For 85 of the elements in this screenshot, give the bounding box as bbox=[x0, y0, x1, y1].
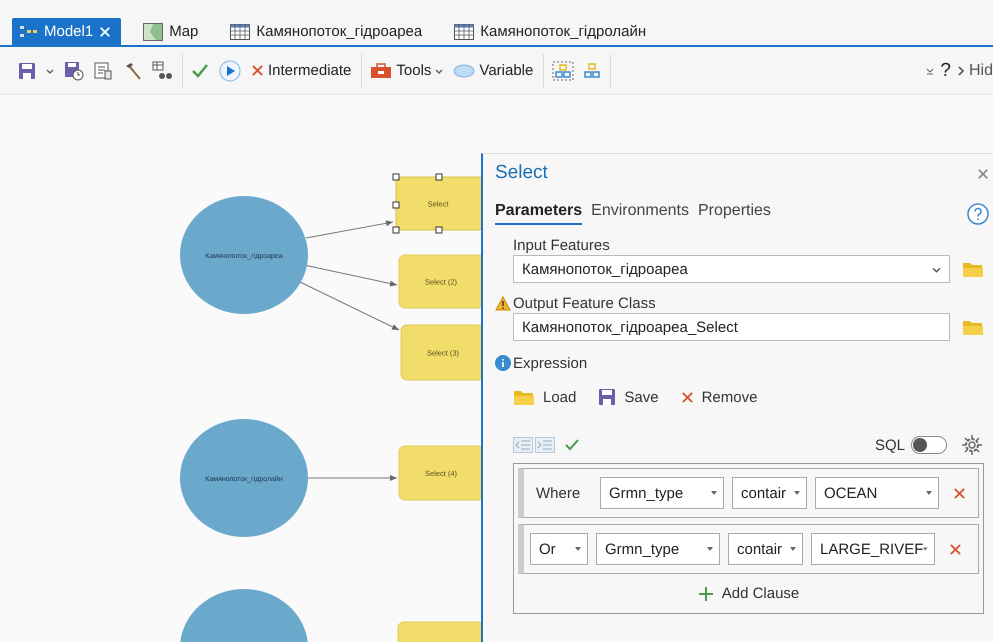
toolbar-button[interactable]: Intermediate bbox=[251, 62, 352, 79]
table-icon bbox=[454, 24, 474, 40]
auto-layout-icon[interactable] bbox=[584, 62, 600, 78]
close-icon bbox=[251, 64, 264, 77]
pane-tab[interactable]: Environments bbox=[591, 202, 689, 225]
selection-handle[interactable] bbox=[392, 202, 400, 208]
input-field[interactable]: Камянопоток_гідроареа_Select bbox=[513, 313, 950, 341]
warning-icon bbox=[495, 296, 511, 310]
validate-icon[interactable] bbox=[191, 62, 209, 78]
caret-icon bbox=[435, 66, 444, 74]
tab-label: Map bbox=[169, 23, 198, 40]
caret-icon bbox=[794, 491, 800, 495]
operator-dropdown[interactable]: contair bbox=[728, 533, 803, 565]
save-icon[interactable] bbox=[18, 62, 36, 80]
sql-toggle[interactable] bbox=[911, 436, 947, 454]
model-icon bbox=[20, 26, 38, 38]
selection-handle[interactable] bbox=[392, 174, 400, 180]
caret-icon bbox=[926, 491, 932, 495]
tab-label: Камянопоток_гідролайн bbox=[480, 23, 646, 40]
map-icon bbox=[143, 22, 164, 40]
field-label: Input Features bbox=[513, 236, 610, 254]
dropdown-button[interactable] bbox=[46, 66, 54, 74]
chevron-icon bbox=[956, 66, 965, 76]
selection-handle[interactable] bbox=[392, 226, 400, 234]
select-layout-icon[interactable] bbox=[552, 60, 574, 80]
caret-icon bbox=[790, 547, 796, 551]
help-button[interactable]: ? bbox=[940, 60, 951, 82]
info-icon bbox=[495, 355, 511, 371]
verify-icon[interactable] bbox=[565, 439, 579, 451]
close-icon bbox=[680, 390, 694, 404]
close-icon bbox=[953, 486, 966, 500]
document-tab[interactable]: Map bbox=[135, 18, 208, 45]
table-icon bbox=[230, 24, 250, 40]
clause-label: Where bbox=[535, 484, 582, 502]
value-dropdown[interactable]: OCEAN bbox=[815, 477, 939, 509]
tab-label: Камянопоток_гідроареа bbox=[256, 23, 422, 40]
add-clause-button[interactable]: Add Clause bbox=[692, 584, 806, 603]
hide-button[interactable]: Hid bbox=[956, 62, 993, 80]
caret-icon bbox=[575, 547, 581, 551]
operator-dropdown[interactable]: contair bbox=[732, 477, 807, 509]
expression-button[interactable]: Save bbox=[598, 388, 659, 406]
field-dropdown[interactable]: Grmn_type bbox=[596, 533, 720, 565]
plus-icon bbox=[698, 586, 714, 602]
field-label: Output Feature Class bbox=[513, 294, 656, 312]
run-icon[interactable] bbox=[219, 60, 241, 82]
close-icon bbox=[977, 168, 989, 180]
binoculars-icon[interactable] bbox=[152, 60, 172, 80]
document-tab[interactable]: Камянопоток_гідролайн bbox=[446, 18, 656, 45]
toolbox-icon bbox=[370, 62, 392, 78]
caret-icon bbox=[923, 547, 928, 551]
delete-button[interactable] bbox=[949, 542, 962, 556]
selection-handle[interactable] bbox=[436, 226, 442, 234]
dropdown-field[interactable]: Камянопоток_гідроареа bbox=[513, 255, 950, 283]
save-icon bbox=[598, 388, 616, 406]
ellipse-icon bbox=[453, 64, 476, 78]
connector-dropdown[interactable]: Or bbox=[530, 533, 588, 565]
field-label: Expression bbox=[513, 354, 588, 372]
pane-title: Select bbox=[495, 162, 548, 185]
save-history-icon[interactable] bbox=[64, 60, 84, 80]
close-icon bbox=[949, 542, 962, 556]
tab-label: Model1 bbox=[44, 23, 94, 40]
delete-button[interactable] bbox=[953, 486, 966, 500]
settings-icon[interactable] bbox=[961, 434, 983, 456]
caret-icon bbox=[711, 491, 717, 495]
help-icon[interactable] bbox=[967, 202, 989, 224]
expression-button[interactable]: Remove bbox=[680, 388, 758, 406]
value-dropdown[interactable]: LARGE_RIVEF bbox=[811, 533, 935, 565]
pane-tab[interactable]: Parameters bbox=[495, 202, 582, 225]
toolbar-button[interactable]: Variable bbox=[453, 62, 534, 79]
pane-tab[interactable]: Properties bbox=[698, 202, 771, 225]
caret-icon bbox=[46, 66, 54, 74]
sql-label: SQL bbox=[874, 436, 905, 454]
data-node[interactable] bbox=[180, 589, 308, 642]
report-icon[interactable] bbox=[94, 62, 112, 80]
customize-icon[interactable] bbox=[926, 66, 934, 76]
close-icon bbox=[99, 26, 112, 38]
caret-icon bbox=[707, 547, 713, 551]
selection-handle[interactable] bbox=[436, 174, 442, 180]
document-tab[interactable]: Камянопоток_гідроареа bbox=[222, 18, 432, 45]
close-button[interactable] bbox=[977, 168, 989, 180]
expression-button[interactable]: Load bbox=[513, 388, 576, 406]
document-tab[interactable]: Model1 bbox=[12, 18, 122, 45]
field-dropdown[interactable]: Grmn_type bbox=[600, 477, 724, 509]
folder-icon bbox=[513, 388, 535, 406]
toolbar-button[interactable]: Tools bbox=[370, 62, 444, 79]
